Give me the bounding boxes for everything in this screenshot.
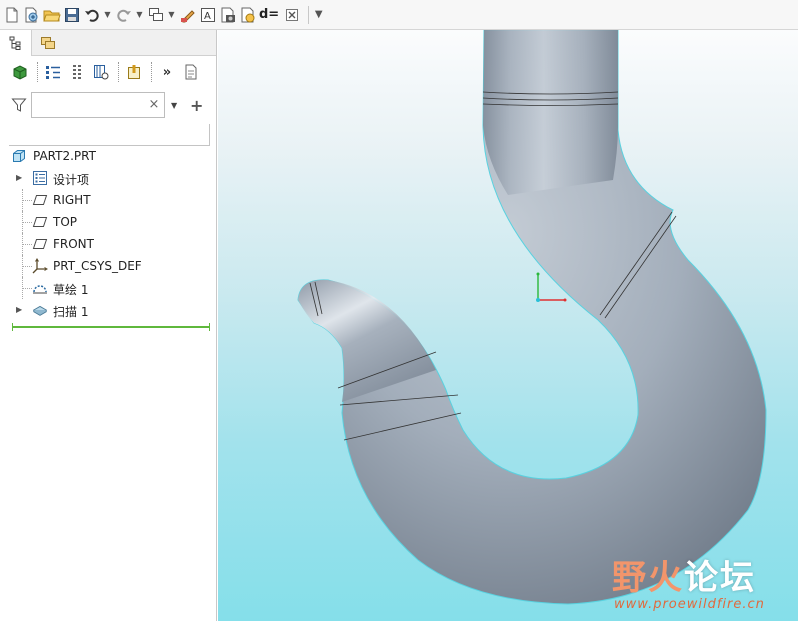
datum-plane-icon bbox=[32, 236, 48, 252]
navigator-panel: » × ▼ + PART2.PRT ▶ 设计项 RIGHT TOP FRONT … bbox=[0, 30, 217, 621]
tree-guide bbox=[22, 288, 32, 289]
forum-watermark: 野火论坛 bbox=[612, 550, 756, 599]
annotation-icon[interactable]: A bbox=[199, 6, 217, 24]
relations-label[interactable]: d= bbox=[259, 7, 279, 22]
tree-guide bbox=[22, 244, 32, 245]
windows-icon[interactable] bbox=[147, 6, 165, 24]
tree-item-label: FRONT bbox=[53, 237, 94, 251]
model-tree-icon bbox=[9, 36, 20, 50]
display-icon[interactable] bbox=[9, 61, 31, 83]
svg-text:A: A bbox=[204, 11, 211, 22]
insert-here-marker[interactable] bbox=[12, 323, 210, 331]
hook-shaft[interactable] bbox=[483, 30, 618, 195]
sketch-icon bbox=[32, 280, 48, 296]
clear-search-icon[interactable]: × bbox=[148, 97, 160, 113]
tree-item-front[interactable]: FRONT bbox=[0, 233, 216, 255]
snapshot-icon[interactable] bbox=[219, 6, 237, 24]
customize-icon[interactable]: ▼ bbox=[314, 6, 323, 24]
tree-item-design-items[interactable]: ▶ 设计项 bbox=[0, 167, 216, 189]
watermark-url: www.proewildfire.cn bbox=[614, 597, 765, 612]
tree-item-label: PRT_CSYS_DEF bbox=[53, 259, 142, 273]
tree-toolbar-separator bbox=[151, 62, 152, 82]
filter-options-area bbox=[9, 124, 210, 146]
tree-item-label: 草绘 1 bbox=[53, 283, 89, 297]
tree-guide bbox=[22, 266, 32, 267]
tree-item-label: TOP bbox=[53, 215, 78, 229]
new-icon[interactable] bbox=[3, 6, 21, 24]
regenerate-icon[interactable] bbox=[23, 6, 41, 24]
tree-toolbar-separator bbox=[37, 62, 38, 82]
graphics-viewport[interactable]: 野火论坛 www.proewildfire.cn bbox=[218, 30, 798, 621]
sweep-icon bbox=[32, 302, 48, 318]
close-window-icon[interactable] bbox=[283, 6, 301, 24]
new-feature-icon[interactable] bbox=[123, 61, 145, 83]
more-tools-icon[interactable]: » bbox=[156, 61, 178, 83]
tree-item-right[interactable]: RIGHT bbox=[0, 189, 216, 211]
model-tree: PART2.PRT ▶ 设计项 RIGHT TOP FRONT PRT_CSYS… bbox=[0, 145, 216, 321]
tree-root[interactable]: PART2.PRT bbox=[0, 145, 216, 167]
watermark-part1: 野火 bbox=[612, 558, 684, 598]
tree-root-label: PART2.PRT bbox=[33, 149, 96, 163]
tree-item-top[interactable]: TOP bbox=[0, 211, 216, 233]
csys-icon bbox=[32, 258, 48, 274]
undo-icon[interactable] bbox=[83, 6, 101, 24]
csys-y-tip bbox=[536, 272, 540, 276]
filter-row: × ▼ + bbox=[0, 88, 216, 122]
redo-dropdown-icon[interactable]: ▼ bbox=[135, 6, 144, 24]
windows-dropdown-icon[interactable]: ▼ bbox=[167, 6, 176, 24]
edit-icon[interactable] bbox=[179, 6, 197, 24]
tree-toolbar-separator bbox=[118, 62, 119, 82]
save-icon[interactable] bbox=[63, 6, 81, 24]
undo-dropdown-icon[interactable]: ▼ bbox=[103, 6, 112, 24]
tree-guide bbox=[22, 222, 32, 223]
add-filter-button[interactable]: + bbox=[190, 96, 203, 115]
tree-guide bbox=[22, 200, 32, 201]
open-icon[interactable] bbox=[43, 6, 61, 24]
model-tree-tab[interactable] bbox=[0, 30, 32, 56]
navigator-tabs bbox=[0, 30, 216, 56]
layer-icon bbox=[41, 37, 55, 49]
csys-origin bbox=[536, 298, 540, 302]
hook-sweep-model[interactable] bbox=[218, 30, 798, 621]
datum-plane-icon bbox=[32, 214, 48, 230]
part-icon bbox=[11, 148, 27, 164]
tree-report-icon[interactable] bbox=[180, 61, 202, 83]
tree-item-label: RIGHT bbox=[53, 193, 91, 207]
redo-icon[interactable] bbox=[115, 6, 133, 24]
tree-toolbar: » bbox=[0, 56, 216, 88]
watermark-part2: 论坛 bbox=[684, 558, 756, 598]
tree-item-sweep[interactable]: ▶ 扫描 1 bbox=[0, 299, 216, 321]
csys-x-tip bbox=[563, 298, 567, 302]
tree-item-label: 扫描 1 bbox=[53, 305, 89, 319]
tree-item-sketch[interactable]: 草绘 1 bbox=[0, 277, 216, 299]
design-items-icon bbox=[32, 170, 48, 186]
toolbar-separator bbox=[308, 5, 310, 24]
tree-filter-icon[interactable] bbox=[90, 61, 112, 83]
tree-item-label: 设计项 bbox=[53, 173, 90, 187]
tree-settings-icon[interactable] bbox=[42, 61, 64, 83]
tree-item-csys[interactable]: PRT_CSYS_DEF bbox=[0, 255, 216, 277]
tree-columns-icon[interactable] bbox=[66, 61, 88, 83]
expand-arrow-icon[interactable]: ▶ bbox=[16, 305, 22, 315]
search-input[interactable] bbox=[32, 93, 142, 117]
search-box: × bbox=[31, 92, 165, 118]
layer-tree-tab[interactable] bbox=[32, 30, 64, 56]
filter-dropdown-icon[interactable]: ▼ bbox=[171, 101, 181, 110]
datum-plane-icon bbox=[32, 192, 48, 208]
filter-icon[interactable] bbox=[11, 97, 27, 113]
rename-icon[interactable] bbox=[239, 6, 257, 24]
quick-access-toolbar: ▼ ▼ ▼ A d= ▼ bbox=[0, 0, 798, 30]
expand-arrow-icon[interactable]: ▶ bbox=[16, 173, 22, 183]
